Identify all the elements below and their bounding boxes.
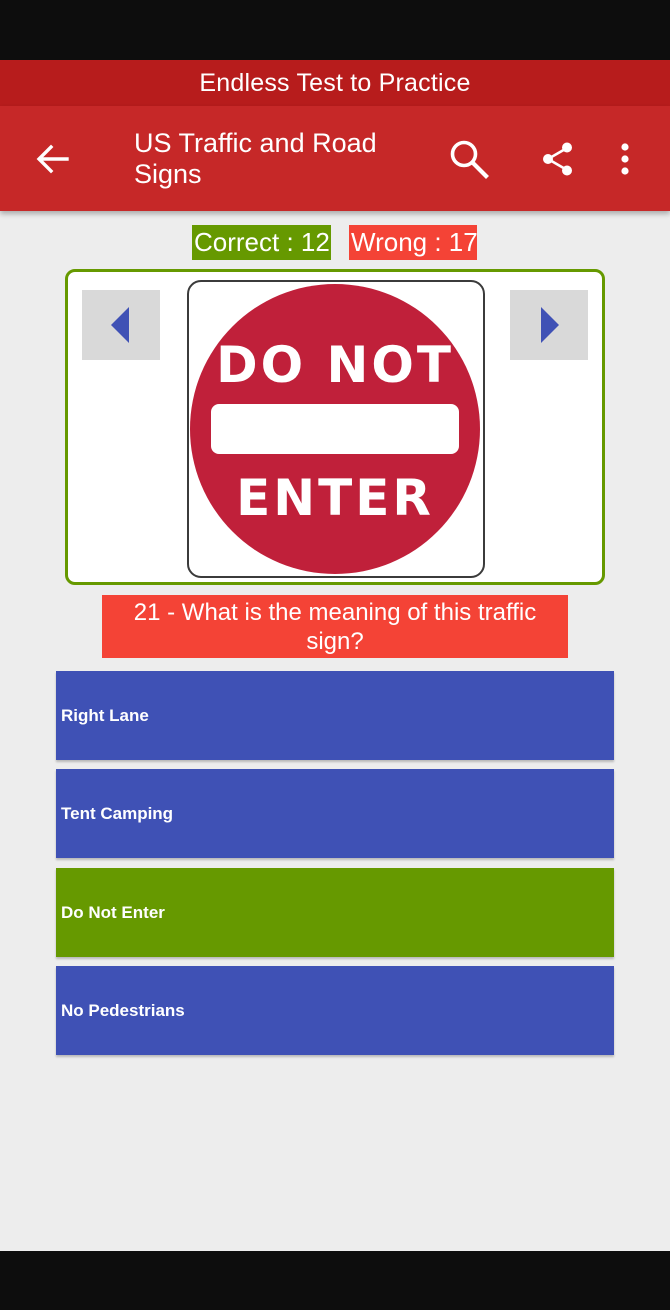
- sign-text-bottom: ENTER: [236, 469, 434, 527]
- wrong-count: Wrong : 17: [349, 225, 478, 260]
- more-vert-icon: [621, 143, 629, 175]
- sign-card: DO NOT ENTER: [65, 269, 605, 585]
- correct-count: Correct : 12: [192, 225, 331, 260]
- answer-option-2[interactable]: Tent Camping: [56, 769, 614, 858]
- navigation-bar: [0, 1251, 670, 1310]
- search-button[interactable]: [444, 134, 494, 184]
- chevron-left-icon: [111, 307, 129, 343]
- share-button[interactable]: [533, 134, 583, 184]
- question-text: 21 - What is the meaning of this traffic…: [102, 595, 568, 658]
- search-icon: [450, 140, 489, 179]
- next-button[interactable]: [510, 290, 588, 360]
- answer-label: Right Lane: [61, 705, 149, 725]
- chevron-right-icon: [541, 307, 559, 343]
- answer-label: Tent Camping: [61, 803, 174, 823]
- more-options-button[interactable]: [600, 134, 650, 184]
- status-bar: [0, 0, 670, 60]
- answer-option-4[interactable]: No Pedestrians: [56, 966, 614, 1055]
- toolbar: US Traffic and Road Signs: [0, 106, 670, 211]
- page-title: US Traffic and Road Signs: [134, 128, 377, 189]
- share-icon: [543, 142, 572, 176]
- banner: Endless Test to Practice: [0, 60, 670, 106]
- answer-label: No Pedestrians: [61, 1000, 185, 1020]
- previous-button[interactable]: [82, 290, 160, 360]
- answer-option-1[interactable]: Right Lane: [56, 671, 614, 760]
- sign-text-top: DO NOT: [216, 336, 454, 394]
- score-row: Correct : 12 Wrong : 17: [0, 225, 670, 261]
- back-button[interactable]: [28, 136, 76, 182]
- arrow-back-icon: [36, 144, 69, 174]
- banner-text: Endless Test to Practice: [199, 68, 471, 97]
- answer-label: Do Not Enter: [61, 902, 165, 922]
- do-not-enter-sign: DO NOT ENTER: [190, 284, 480, 574]
- answer-option-3[interactable]: Do Not Enter: [56, 868, 614, 957]
- sign-image: DO NOT ENTER: [187, 280, 485, 578]
